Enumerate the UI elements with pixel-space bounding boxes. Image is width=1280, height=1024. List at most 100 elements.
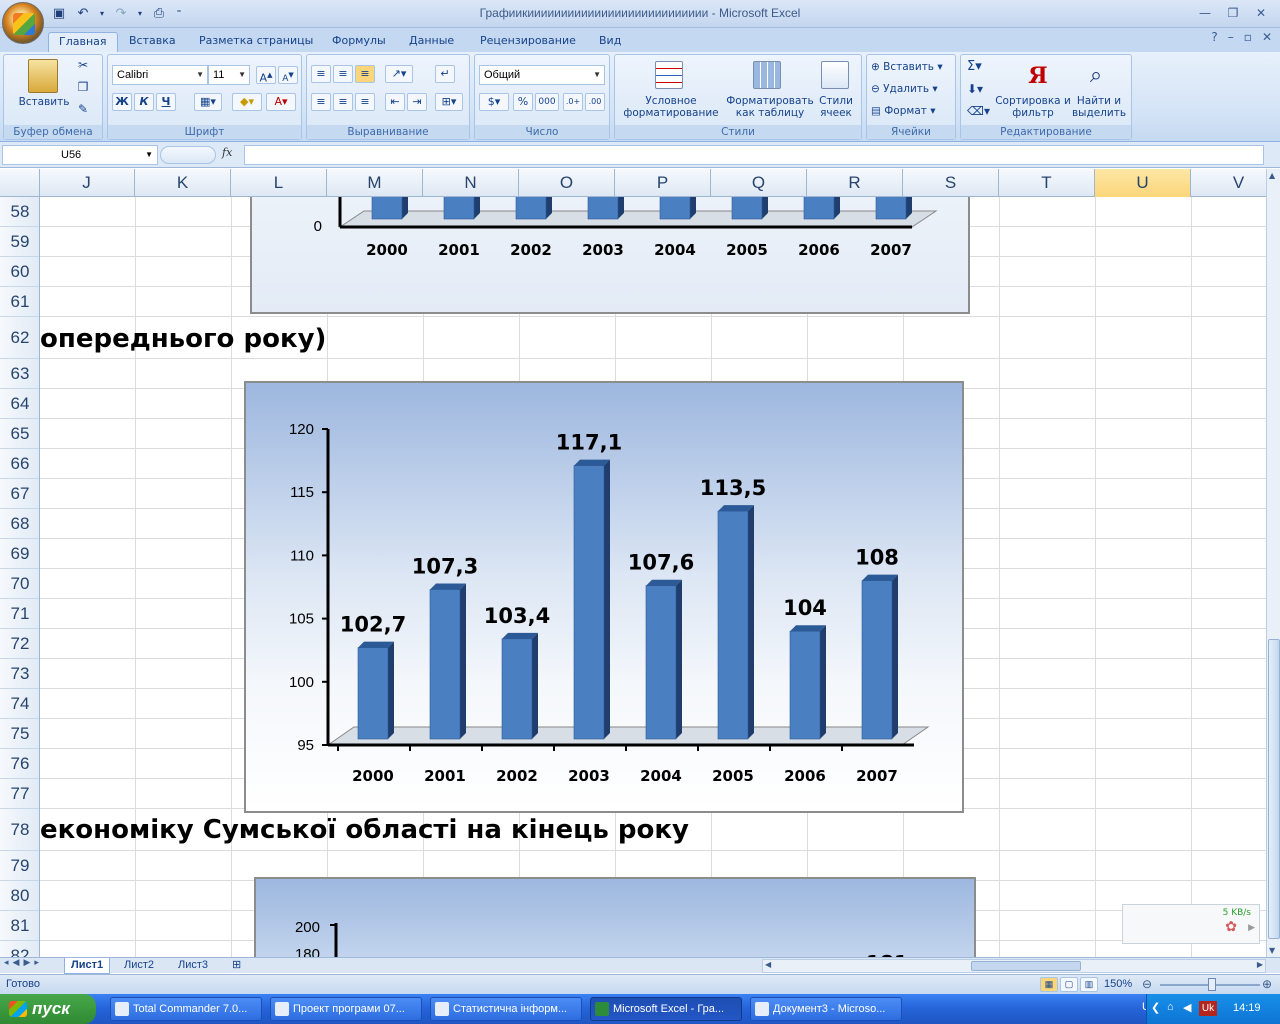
zoom-in-icon[interactable]: ⊕ bbox=[1262, 977, 1272, 991]
select-all-button[interactable] bbox=[0, 169, 40, 197]
column-header-l[interactable]: L bbox=[231, 169, 327, 197]
decrease-decimal-button[interactable]: .00 bbox=[585, 93, 605, 111]
row-header-60[interactable]: 60 bbox=[0, 257, 39, 287]
ribbon-minimize-icon[interactable]: – bbox=[1228, 30, 1234, 44]
align-top-button[interactable]: ≡ bbox=[311, 65, 331, 83]
tab-home[interactable]: Главная bbox=[48, 32, 118, 52]
column-header-q[interactable]: Q bbox=[711, 169, 807, 197]
network-play-icon[interactable]: ▶ bbox=[1248, 923, 1255, 933]
tray-lang-badge[interactable]: Uk bbox=[1199, 1001, 1217, 1016]
minimize-icon[interactable]: — bbox=[1192, 3, 1218, 23]
row-header-73[interactable]: 73 bbox=[0, 659, 39, 689]
cell-styles-button[interactable]: Стили ячеек bbox=[815, 95, 857, 119]
office-button[interactable] bbox=[2, 2, 44, 44]
tray-network-icon[interactable]: ⌂ bbox=[1167, 1001, 1174, 1013]
font-color-button[interactable]: A▾ bbox=[266, 93, 296, 111]
vertical-scroll-thumb[interactable] bbox=[1268, 639, 1280, 939]
row-header-62[interactable]: 62 bbox=[0, 317, 39, 359]
row-header-74[interactable]: 74 bbox=[0, 689, 39, 719]
align-bottom-button[interactable]: ≡ bbox=[355, 65, 375, 83]
task-document3[interactable]: Документ3 - Microso... bbox=[750, 997, 902, 1021]
column-header-s[interactable]: S bbox=[903, 169, 999, 197]
column-header-n[interactable]: N bbox=[423, 169, 519, 197]
row-header-72[interactable]: 72 bbox=[0, 629, 39, 659]
increase-decimal-button[interactable]: .0+ bbox=[563, 93, 583, 111]
paste-button[interactable]: Вставить bbox=[12, 96, 76, 108]
tab-formulas[interactable]: Формулы bbox=[322, 32, 396, 52]
row-header-69[interactable]: 69 bbox=[0, 539, 39, 569]
italic-button[interactable]: К bbox=[134, 93, 154, 111]
bold-button[interactable]: Ж bbox=[112, 93, 132, 111]
fill-button[interactable]: ⬇▾ bbox=[967, 83, 991, 95]
number-format-combo[interactable]: Общий ▼ bbox=[479, 65, 605, 85]
zoom-level[interactable]: 150% bbox=[1104, 978, 1132, 990]
row-header-82[interactable]: 82 bbox=[0, 941, 39, 957]
delete-cells-button[interactable]: ⊖ Удалить ▾ bbox=[871, 83, 955, 95]
find-select-button[interactable]: Найти и выделить bbox=[1067, 95, 1131, 119]
row-header-63[interactable]: 63 bbox=[0, 359, 39, 389]
fill-color-button[interactable]: ◆▾ bbox=[232, 93, 262, 111]
font-size-combo[interactable]: 11 ▼ bbox=[208, 65, 250, 85]
close-icon[interactable]: ✕ bbox=[1248, 3, 1274, 23]
clear-button[interactable]: ⌫▾ bbox=[967, 105, 991, 117]
help-icon[interactable]: ? bbox=[1211, 30, 1217, 44]
sheet-nav-arrows-icon[interactable]: ◂◀▶▸ bbox=[4, 958, 43, 968]
orientation-button[interactable]: ↗▾ bbox=[385, 65, 413, 83]
underline-button[interactable]: Ч bbox=[156, 93, 176, 111]
align-middle-button[interactable]: ≡ bbox=[333, 65, 353, 83]
align-center-button[interactable]: ≡ bbox=[333, 93, 353, 111]
align-right-button[interactable]: ≡ bbox=[355, 93, 375, 111]
row-header-64[interactable]: 64 bbox=[0, 389, 39, 419]
name-box[interactable]: U56 ▼ bbox=[2, 145, 158, 165]
row-header-66[interactable]: 66 bbox=[0, 449, 39, 479]
page-layout-view-icon[interactable]: ▢ bbox=[1060, 977, 1078, 992]
merge-center-button[interactable]: ⊞▾ bbox=[435, 93, 463, 111]
shrink-font-button[interactable]: A▼ bbox=[278, 66, 298, 84]
column-header-p[interactable]: P bbox=[615, 169, 711, 197]
cut-icon[interactable]: ✂ bbox=[74, 59, 92, 71]
chart-main[interactable]: 95 100 105 110 115 120 102,7 2000 107,3 2001 103,4… bbox=[244, 381, 964, 813]
insert-cells-button[interactable]: ⊕ Вставить ▾ bbox=[871, 61, 955, 73]
sheet-tab-2[interactable]: Лист2 bbox=[118, 958, 160, 974]
copy-icon[interactable]: ❐ bbox=[74, 81, 92, 93]
row-header-80[interactable]: 80 bbox=[0, 881, 39, 911]
task-total-commander[interactable]: Total Commander 7.0... bbox=[110, 997, 262, 1021]
row-header-67[interactable]: 67 bbox=[0, 479, 39, 509]
chart-bottom[interactable]: 200180165,7181 bbox=[254, 877, 976, 957]
formula-input[interactable] bbox=[244, 145, 1264, 165]
column-header-o[interactable]: O bbox=[519, 169, 615, 197]
task-stat-info[interactable]: Статистична інформ... bbox=[430, 997, 582, 1021]
ribbon-restore-icon[interactable]: ▫ bbox=[1244, 30, 1252, 44]
column-header-m[interactable]: M bbox=[327, 169, 423, 197]
sheet-tab-1[interactable]: Лист1 bbox=[64, 958, 111, 974]
start-button[interactable]: пуск bbox=[0, 994, 96, 1024]
font-name-combo[interactable]: Calibri ▼ bbox=[112, 65, 208, 85]
sheet-tab-3[interactable]: Лист3 bbox=[172, 958, 214, 974]
borders-button[interactable]: ▦▾ bbox=[194, 93, 222, 111]
row-header-65[interactable]: 65 bbox=[0, 419, 39, 449]
tab-insert[interactable]: Вставка bbox=[119, 32, 186, 52]
scroll-down-icon[interactable]: ▼ bbox=[1269, 946, 1275, 955]
row-header-81[interactable]: 81 bbox=[0, 911, 39, 941]
tab-review[interactable]: Рецензирование bbox=[470, 32, 586, 52]
row-header-79[interactable]: 79 bbox=[0, 851, 39, 881]
format-as-table-button[interactable]: Форматировать как таблицу bbox=[725, 95, 815, 119]
task-excel[interactable]: Microsoft Excel - Гра... bbox=[590, 997, 742, 1021]
row-header-59[interactable]: 59 bbox=[0, 227, 39, 257]
decrease-indent-button[interactable]: ⇤ bbox=[385, 93, 405, 111]
column-header-k[interactable]: K bbox=[135, 169, 231, 197]
row-header-70[interactable]: 70 bbox=[0, 569, 39, 599]
column-header-r[interactable]: R bbox=[807, 169, 903, 197]
grow-font-button[interactable]: A▲ bbox=[256, 66, 276, 85]
task-project-doc[interactable]: Проект програми 07... bbox=[270, 997, 422, 1021]
scroll-up-icon[interactable]: ▲ bbox=[1269, 171, 1275, 180]
column-header-u[interactable]: U bbox=[1095, 169, 1191, 197]
increase-indent-button[interactable]: ⇥ bbox=[407, 93, 427, 111]
insert-function-button[interactable]: fx bbox=[222, 146, 242, 164]
normal-view-icon[interactable]: ▦ bbox=[1040, 977, 1058, 992]
autosum-button[interactable]: Σ▾ bbox=[967, 60, 991, 73]
thousands-button[interactable]: 000 bbox=[535, 93, 559, 111]
row-header-77[interactable]: 77 bbox=[0, 779, 39, 809]
chart-top[interactable]: 0 2000 2001 2002 2003 2004 2005 2006 2007 bbox=[250, 197, 970, 314]
tab-data[interactable]: Данные bbox=[399, 32, 464, 52]
